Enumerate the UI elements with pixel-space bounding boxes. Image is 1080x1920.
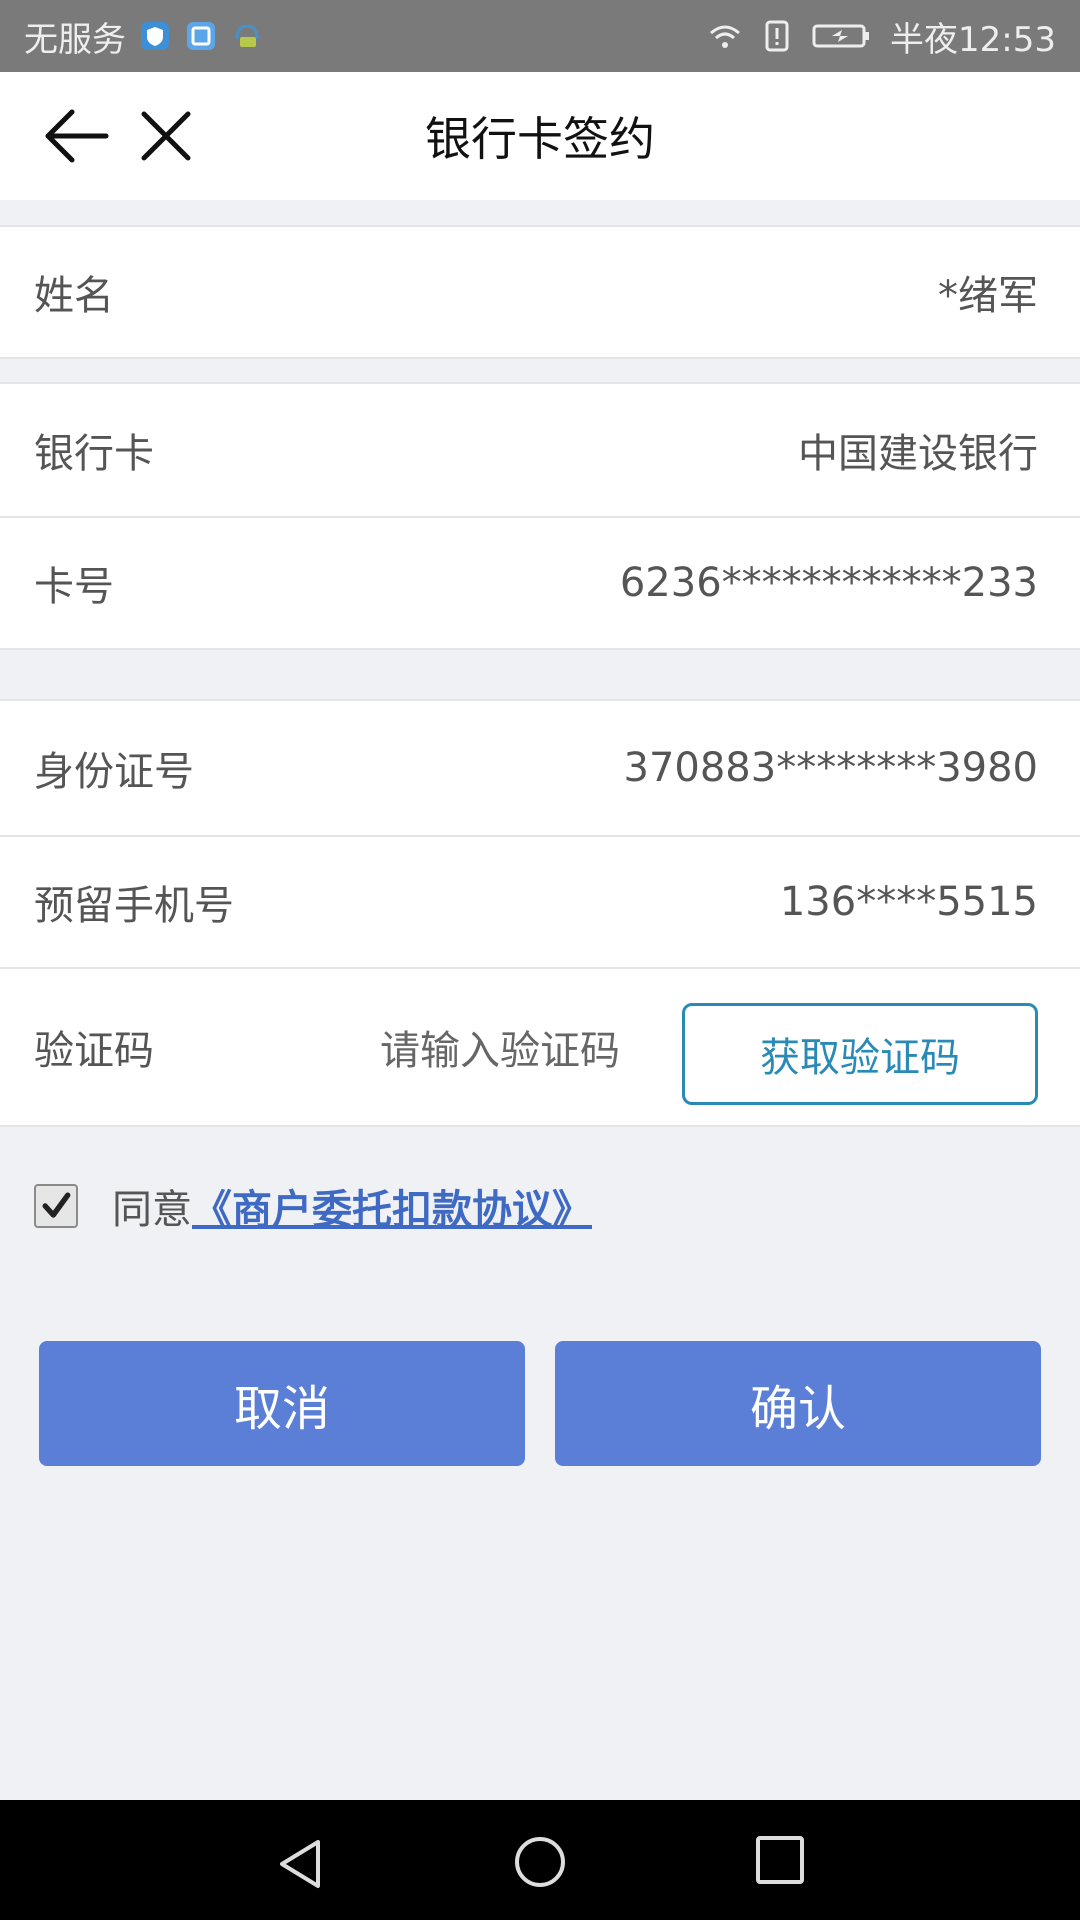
card-number-label: 卡号 [34, 564, 114, 610]
id-number-row: 身份证号 370883********3980 [0, 699, 1080, 837]
name-value: *绪军 [938, 273, 1038, 319]
bank-value: 中国建设银行 [798, 431, 1038, 477]
headset-icon [230, 19, 264, 53]
status-bar: 无服务 半夜12:53 [0, 0, 1080, 72]
system-recent-apps-icon[interactable] [752, 1832, 808, 1888]
alert-icon [760, 19, 794, 53]
card-number-value: 6236************233 [619, 560, 1038, 606]
loan-app-icon [184, 19, 218, 53]
cancel-button[interactable]: 取消 [39, 1341, 525, 1466]
confirm-button[interactable]: 确认 [555, 1341, 1041, 1466]
verification-code-input[interactable]: 请输入验证码 [380, 969, 620, 1125]
verification-code-label: 验证码 [34, 1028, 154, 1074]
agreement-link[interactable]: 《商户委托扣款协议》 [192, 1177, 592, 1235]
battery-charging-icon [812, 19, 872, 53]
checkmark-icon [42, 1192, 71, 1218]
clock: 半夜12:53 [890, 19, 1056, 60]
name-label: 姓名 [34, 273, 114, 319]
card-number-row: 卡号 6236************233 [0, 516, 1080, 650]
id-number-value: 370883********3980 [623, 745, 1039, 791]
system-back-icon[interactable] [270, 1834, 330, 1894]
bank-label: 银行卡 [34, 431, 154, 477]
nav-bar: 银行卡签约 [0, 72, 1080, 200]
name-row: 姓名 *绪军 [0, 225, 1080, 359]
phone-value: 136****5515 [779, 879, 1038, 925]
page-title: 银行卡签约 [425, 112, 655, 166]
status-left: 无服务 [24, 12, 264, 61]
phone-label: 预留手机号 [34, 883, 234, 929]
agreement-row: 同意 《商户委托扣款协议》 [34, 1170, 592, 1242]
bank-row: 银行卡 中国建设银行 [0, 382, 1080, 518]
status-right: 半夜12:53 [708, 12, 1056, 61]
agreement-checkbox[interactable] [34, 1184, 78, 1228]
verification-code-row: 验证码 请输入验证码 获取验证码 [0, 967, 1080, 1127]
shield-icon [138, 19, 172, 53]
system-nav-bar [0, 1800, 1080, 1920]
wifi-icon [708, 19, 742, 53]
system-home-icon[interactable] [510, 1832, 570, 1892]
id-number-label: 身份证号 [34, 749, 194, 795]
agreement-prefix: 同意 [112, 1187, 192, 1233]
phone-row: 预留手机号 136****5515 [0, 835, 1080, 969]
get-code-button[interactable]: 获取验证码 [682, 1003, 1038, 1105]
carrier-label: 无服务 [24, 19, 126, 60]
